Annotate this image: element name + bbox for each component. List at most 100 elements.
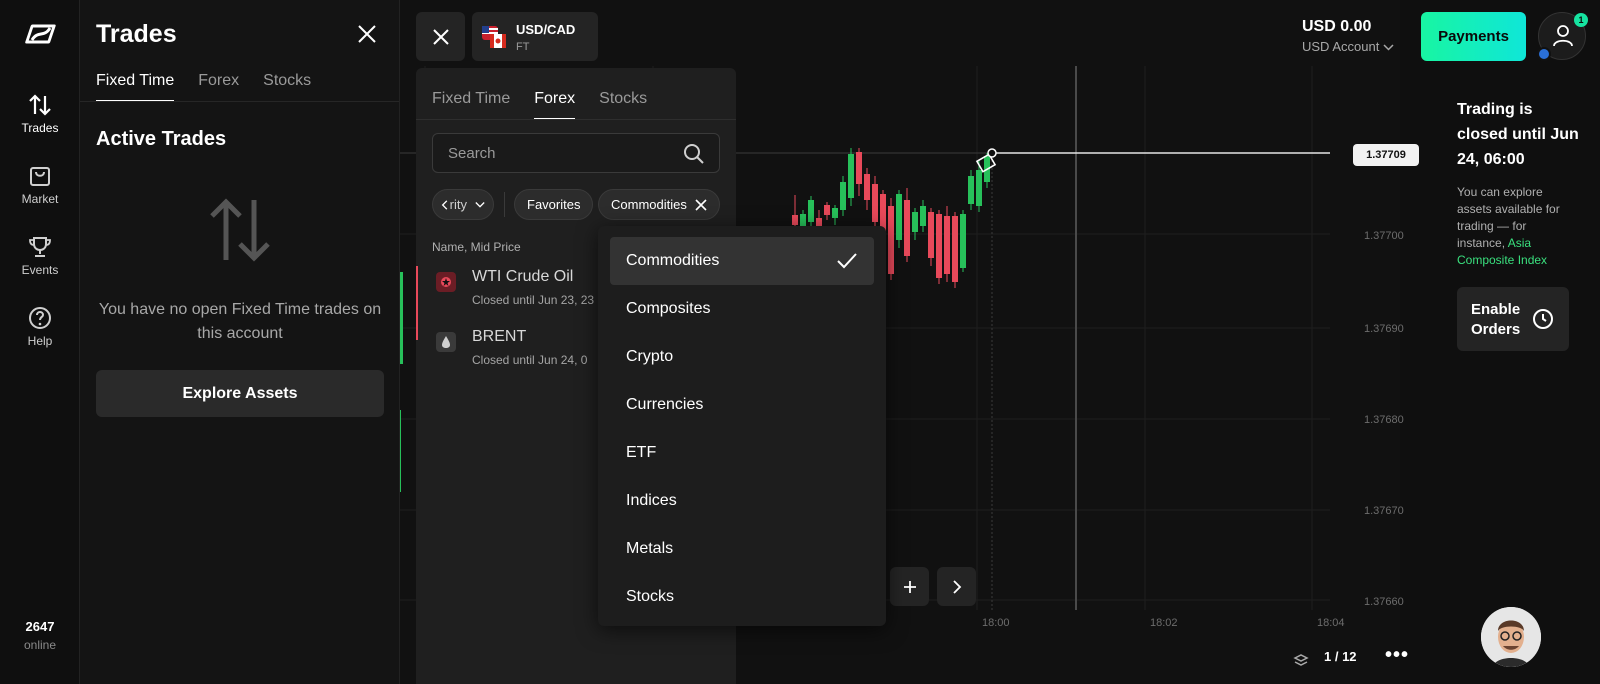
arrows-updown-icon	[210, 198, 270, 262]
category-chip[interactable]: Commodities	[598, 189, 720, 220]
price-tick: 1.37700	[1364, 230, 1404, 242]
chevron-right-icon	[952, 579, 961, 594]
candle-body	[864, 174, 870, 200]
notification-badge: 1	[1574, 13, 1588, 27]
asset-selector-button[interactable]: USD/CAD FT	[472, 12, 598, 61]
account-selector[interactable]: USD Account	[1302, 39, 1394, 54]
dropdown-item-etf[interactable]: ETF	[610, 429, 874, 477]
active-trades-title: Active Trades	[96, 128, 227, 150]
dropdown-item-metals[interactable]: Metals	[610, 525, 874, 573]
candle-body	[920, 206, 926, 226]
column-header: Name, Mid Price	[432, 240, 521, 254]
search-input[interactable]	[433, 134, 673, 172]
closed-notice-title: Trading is closed until Jun 24, 06:00	[1457, 101, 1579, 168]
trades-panel: Trades Fixed Time Forex Stocks Active Tr…	[80, 0, 400, 684]
dropdown-item-commodities[interactable]: Commodities	[610, 237, 874, 285]
payments-button[interactable]: Payments	[1421, 12, 1526, 61]
chip-separator	[504, 192, 505, 217]
category-chip-label: Commodities	[611, 197, 687, 212]
rail-item-help[interactable]: Help	[0, 305, 80, 348]
price-tick: 1.37670	[1364, 505, 1404, 517]
support-avatar[interactable]	[1481, 607, 1541, 667]
favorites-chip[interactable]: Favorites	[514, 189, 594, 220]
candle-body	[968, 176, 974, 204]
close-picker-button[interactable]	[416, 12, 465, 61]
balance-amount[interactable]: USD 0.00	[1302, 18, 1371, 36]
chevron-left-icon	[441, 199, 448, 210]
divider	[80, 101, 399, 102]
brand-logo-icon[interactable]	[22, 22, 58, 46]
tab-stocks[interactable]: Stocks	[263, 72, 311, 102]
panel-title: Trades	[96, 20, 177, 48]
asset-status: Closed until Jun 24, 0	[472, 353, 588, 367]
candle-body	[904, 200, 910, 256]
rail-item-market[interactable]: Market	[0, 163, 80, 206]
tab-forex[interactable]: Forex	[198, 72, 239, 102]
check-icon	[837, 253, 857, 269]
candle-body	[952, 216, 958, 282]
pair-name: USD/CAD	[516, 22, 576, 37]
sort-chip[interactable]: rity	[432, 189, 494, 220]
current-price-tag: 1.37709	[1353, 144, 1419, 166]
candle-body	[872, 184, 878, 222]
support-agent-icon	[1481, 607, 1541, 667]
category-dropdown: Commodities Composites Crypto Currencies…	[598, 226, 886, 626]
candle-body	[848, 154, 854, 198]
asset-status: Closed until Jun 23, 23	[472, 293, 595, 307]
picker-tab-fixed-time[interactable]: Fixed Time	[432, 90, 510, 120]
price-tick: 1.37660	[1364, 596, 1404, 608]
dropdown-item-crypto[interactable]: Crypto	[610, 333, 874, 381]
trades-tabs: Fixed Time Forex Stocks	[96, 72, 311, 102]
dropdown-item-label: Commodities	[626, 252, 720, 269]
price-tick: 1.37680	[1364, 414, 1404, 426]
scroll-right-button[interactable]	[937, 567, 976, 606]
chevron-down-icon	[475, 201, 485, 208]
explore-assets-button[interactable]: Explore Assets	[96, 370, 384, 417]
online-counter: 2647 online	[0, 619, 80, 652]
dropdown-item-indices[interactable]: Indices	[610, 477, 874, 525]
help-icon	[29, 307, 51, 329]
candle-body	[928, 212, 934, 258]
candle-body	[792, 215, 798, 225]
plus-icon	[903, 580, 916, 593]
search-box	[432, 133, 720, 173]
more-options-button[interactable]: •••	[1385, 644, 1409, 667]
account-name: USD Account	[1302, 39, 1380, 54]
candle-body	[888, 206, 894, 274]
candle-body	[832, 208, 838, 218]
dropdown-item-stocks[interactable]: Stocks	[610, 573, 874, 621]
enable-orders-label-1: Enable	[1471, 301, 1521, 318]
rail-item-trades[interactable]: Trades	[0, 92, 80, 135]
asset-name: BRENT	[472, 328, 527, 345]
online-label: online	[23, 638, 57, 652]
tab-fixed-time[interactable]: Fixed Time	[96, 72, 175, 102]
zoom-in-button[interactable]	[890, 567, 929, 606]
clock-icon	[1533, 309, 1553, 329]
enable-orders-button[interactable]: Enable Orders	[1457, 287, 1569, 351]
time-tick: 18:04	[1317, 617, 1345, 629]
status-dot	[1537, 47, 1551, 61]
close-icon	[433, 29, 449, 45]
dropdown-item-composites[interactable]: Composites	[610, 285, 874, 333]
picker-tab-stocks[interactable]: Stocks	[599, 90, 647, 120]
candle-body	[912, 212, 918, 232]
search-icon[interactable]	[683, 143, 705, 165]
flag-us-ca-icon	[482, 26, 506, 48]
close-icon[interactable]	[357, 24, 377, 44]
rail-label: Trades	[21, 121, 59, 135]
close-icon[interactable]	[695, 198, 707, 211]
picker-tab-forex[interactable]: Forex	[534, 90, 576, 120]
asset-name: WTI Crude Oil	[472, 268, 574, 285]
selection-marker	[416, 266, 418, 340]
chevron-down-icon	[1383, 44, 1394, 51]
candle-body	[944, 216, 950, 274]
closed-notice-text: You can explore assets available for tra…	[1457, 184, 1567, 269]
layers-icon[interactable]	[1293, 653, 1309, 667]
enable-orders-label-2: Orders	[1471, 321, 1521, 338]
price-tick: 1.37690	[1364, 323, 1404, 335]
oil-icon	[436, 272, 456, 292]
candle-body	[936, 214, 942, 278]
dropdown-item-currencies[interactable]: Currencies	[610, 381, 874, 429]
pair-type: FT	[516, 41, 530, 53]
rail-item-events[interactable]: Events	[0, 234, 80, 277]
